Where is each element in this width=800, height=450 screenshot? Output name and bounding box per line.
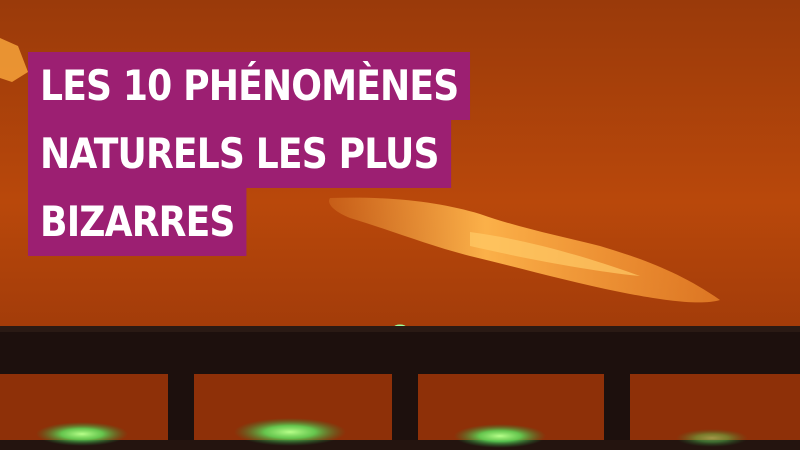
thumbnail-scene: LES 10 PHÉNOMÈNES NATURELS LES PLUS BIZA… bbox=[0, 0, 800, 450]
railing-top-edge bbox=[0, 326, 800, 332]
title-line-3: BIZARRES bbox=[28, 188, 247, 256]
railing-top-bar bbox=[0, 326, 800, 374]
title-overlay: LES 10 PHÉNOMÈNES NATURELS LES PLUS BIZA… bbox=[28, 52, 508, 272]
railing-post-3 bbox=[604, 372, 630, 450]
green-glow-4 bbox=[676, 429, 748, 447]
railing-post-2 bbox=[392, 372, 418, 450]
green-glow-1 bbox=[36, 422, 128, 446]
green-glow-3 bbox=[454, 424, 546, 448]
green-glow-2 bbox=[234, 418, 346, 446]
railing-post-1 bbox=[168, 372, 194, 450]
title-line-2: NATURELS LES PLUS bbox=[28, 120, 451, 188]
title-line-1: LES 10 PHÉNOMÈNES bbox=[28, 52, 471, 120]
